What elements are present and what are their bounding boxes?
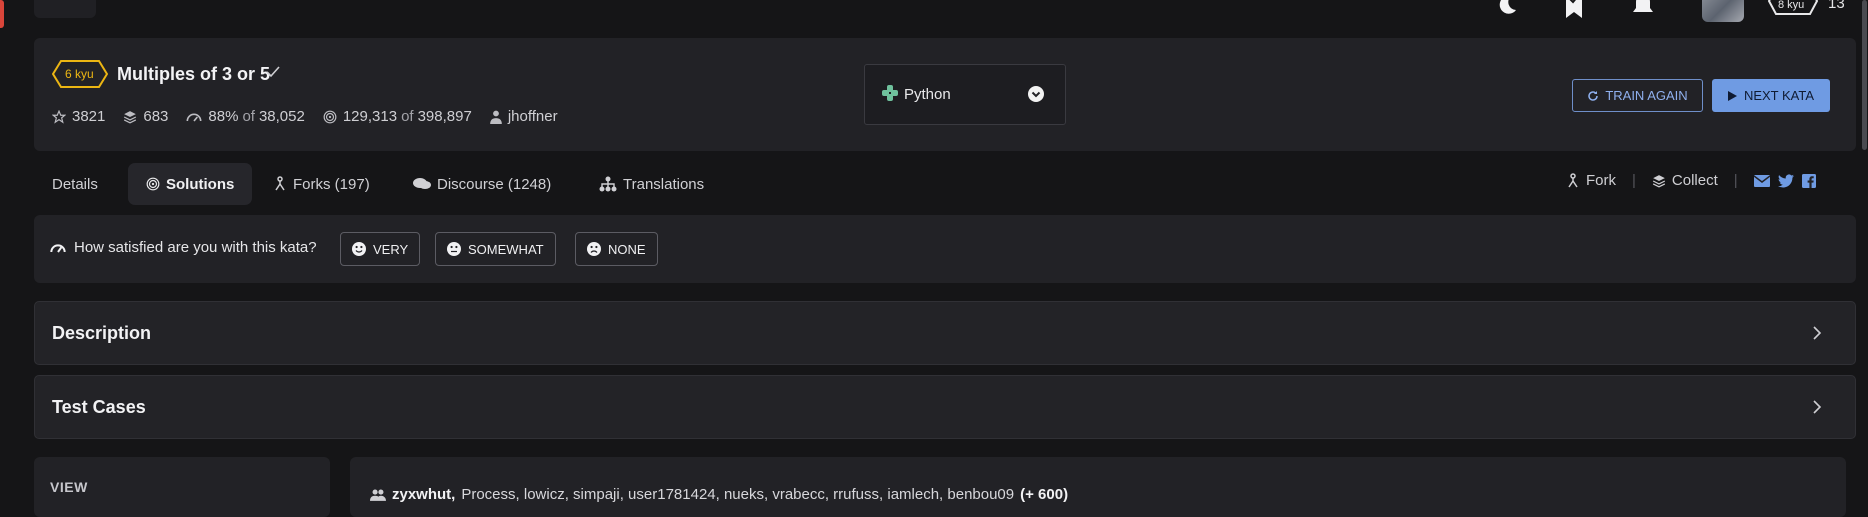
satisfaction-question-label: How satisfied are you with this kata?: [74, 239, 317, 256]
share-links: [1753, 173, 1816, 188]
vote-very-label: VERY: [373, 241, 409, 257]
fork-button[interactable]: Fork: [1566, 172, 1616, 189]
completed-check-icon: [266, 66, 280, 78]
solution-other-authors[interactable]: Process, lowicz, simpaji, user1781424, n…: [461, 486, 1014, 503]
stars-count: 3821: [72, 108, 106, 125]
completions-stat: 129,313 of 398,897: [323, 108, 472, 125]
view-label: VIEW: [50, 479, 88, 495]
tab-discourse-label: Discourse (1248): [437, 175, 552, 193]
attempts-count: 398,897: [417, 108, 472, 125]
solution-first-author[interactable]: zyxwhut,: [392, 486, 455, 503]
email-icon[interactable]: [1753, 174, 1770, 187]
moon-icon[interactable]: [1496, 0, 1518, 16]
vote-somewhat-button[interactable]: SOMEWHAT: [435, 232, 556, 266]
star-icon: [52, 109, 66, 124]
tab-forks[interactable]: Forks (197): [273, 163, 370, 205]
kata-actions: Fork | Collect |: [1566, 172, 1816, 189]
users-icon: [370, 489, 386, 501]
train-again-label: TRAIN AGAIN: [1605, 88, 1688, 103]
target-icon: [146, 177, 160, 191]
tab-details-label: Details: [52, 175, 98, 193]
next-kata-label: NEXT KATA: [1743, 88, 1815, 103]
tab-translations[interactable]: Translations: [599, 163, 704, 205]
collections-count: 683: [143, 108, 169, 125]
translations-icon: [599, 176, 617, 192]
fork-icon: [1568, 172, 1578, 187]
stars-stat[interactable]: 3821: [52, 108, 105, 125]
satisfaction-question: How satisfied are you with this kata?: [50, 239, 317, 256]
satisfaction-of: of: [242, 108, 255, 125]
vote-none-button[interactable]: NONE: [575, 232, 658, 266]
test-cases-title: Test Cases: [52, 397, 146, 417]
language-label: Python: [904, 86, 951, 103]
next-kata-button[interactable]: NEXT KATA: [1712, 79, 1830, 112]
collect-button[interactable]: Collect: [1652, 172, 1718, 189]
chevron-down-icon[interactable]: [1028, 86, 1044, 102]
collections-stat: 683: [123, 108, 168, 125]
layers-icon: [124, 110, 137, 123]
satisfaction-percent: 88%: [208, 108, 239, 125]
fork-icon: [275, 176, 285, 191]
fork-label: Fork: [1586, 172, 1616, 189]
top-nav-stub: [34, 0, 96, 18]
comments-icon: [413, 178, 431, 189]
frown-icon: [587, 242, 601, 256]
honor-count: 13: [1828, 0, 1845, 12]
facebook-icon[interactable]: [1801, 173, 1816, 188]
meh-icon: [447, 242, 461, 256]
kata-rank-badge: 6 kyu: [52, 60, 108, 88]
solution-authors: zyxwhut, Process, lowicz, simpaji, user1…: [370, 486, 1068, 503]
completions-count: 129,313: [342, 108, 398, 125]
python-icon: [882, 85, 898, 101]
separator: |: [1632, 172, 1636, 189]
author-stat[interactable]: jhoffner: [489, 108, 558, 125]
satisfaction-stat: 88% of 38,052: [186, 108, 305, 125]
completions-of: of: [401, 108, 414, 125]
twitter-icon[interactable]: [1777, 173, 1794, 188]
solution-more-count: (+ 600): [1020, 486, 1069, 503]
chevron-right-icon[interactable]: [1812, 399, 1822, 415]
left-edge-indicator: [0, 0, 4, 28]
page-scrollbar[interactable]: [1862, 0, 1867, 150]
avatar[interactable]: [1702, 0, 1744, 22]
layers-icon: [1652, 174, 1666, 187]
bell-icon[interactable]: [1632, 0, 1654, 18]
kata-rank-label: 6 kyu: [65, 67, 94, 81]
play-icon: [1727, 90, 1737, 101]
kata-stats: 3821 683 88% of 38,052 129,313 of 398,89…: [52, 108, 576, 125]
satisfaction-votes: 38,052: [258, 108, 305, 125]
smile-icon: [352, 242, 366, 256]
tab-solutions-label: Solutions: [166, 175, 235, 193]
user-rank-badge[interactable]: 8 kyu: [1768, 0, 1818, 16]
tab-translations-label: Translations: [623, 175, 705, 193]
gauge-icon: [50, 243, 66, 253]
target-icon: [323, 110, 337, 123]
bookmark-icon[interactable]: [1563, 0, 1585, 18]
train-again-button[interactable]: TRAIN AGAIN: [1572, 79, 1703, 112]
vote-none-label: NONE: [608, 241, 646, 257]
description-title: Description: [52, 323, 152, 343]
test-cases-section[interactable]: [34, 375, 1856, 439]
separator: |: [1733, 172, 1738, 189]
refresh-icon: [1588, 90, 1599, 101]
kata-title[interactable]: Multiples of 3 or 5: [117, 64, 270, 85]
chevron-right-icon[interactable]: [1812, 325, 1822, 341]
description-section[interactable]: [34, 301, 1856, 365]
author-name: jhoffner: [507, 108, 558, 125]
user-rank-label: 8 kyu: [1778, 0, 1805, 11]
tab-solutions[interactable]: Solutions: [128, 163, 253, 205]
tab-discourse[interactable]: Discourse (1248): [413, 163, 551, 205]
tab-details[interactable]: Details: [52, 163, 98, 205]
satisfaction-icon: [186, 113, 202, 122]
vote-somewhat-label: SOMEWHAT: [468, 241, 544, 257]
tab-forks-label: Forks (197): [293, 175, 370, 193]
collect-label: Collect: [1671, 172, 1718, 189]
vote-very-button[interactable]: VERY: [340, 232, 421, 266]
user-icon: [489, 110, 502, 124]
